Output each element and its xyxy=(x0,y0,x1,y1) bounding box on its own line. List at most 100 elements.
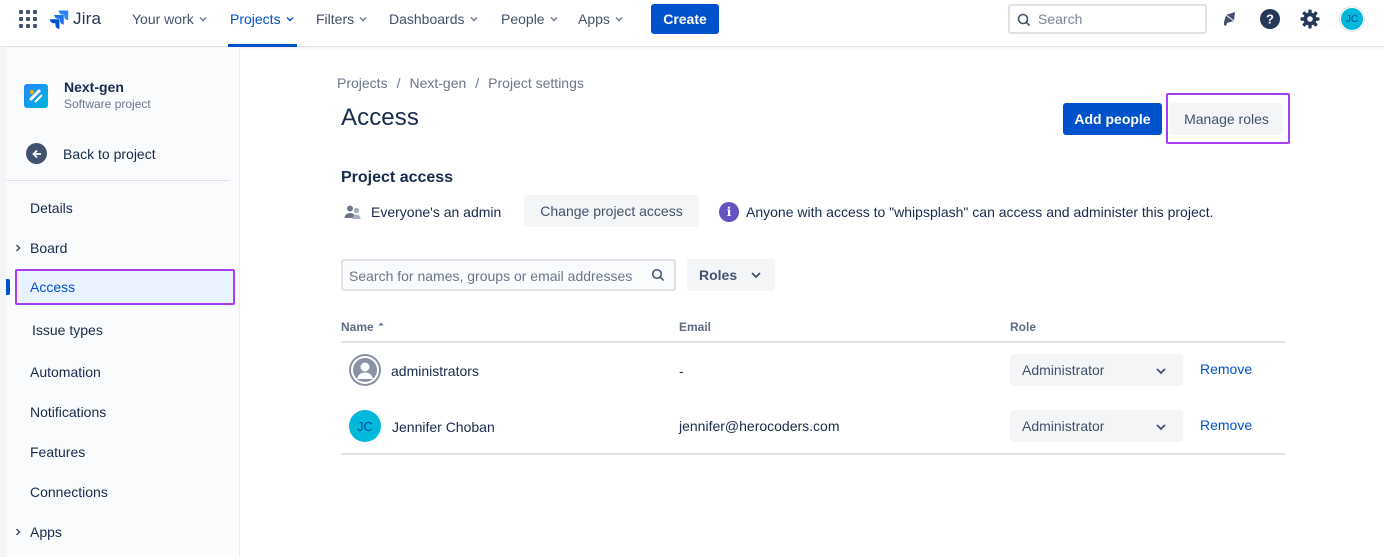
active-indicator xyxy=(6,279,10,295)
table-bottom-divider xyxy=(341,453,1285,455)
notifications-icon[interactable] xyxy=(1218,7,1242,31)
sidebar-item-details[interactable]: Details xyxy=(30,198,73,218)
row-email: - xyxy=(679,363,684,379)
breadcrumb-separator: / xyxy=(475,75,480,91)
jira-logo-text: Jira xyxy=(73,9,102,28)
search-icon xyxy=(1017,13,1031,27)
back-to-project-label: Back to project xyxy=(63,145,156,162)
page-title: Access xyxy=(341,104,419,131)
sidebar-item-label: Details xyxy=(30,200,73,216)
remove-link[interactable]: Remove xyxy=(1200,361,1252,377)
change-project-access-button[interactable]: Change project access xyxy=(524,195,699,227)
sidebar-item-automation[interactable]: Automation xyxy=(30,362,101,382)
nav-filters-label: Filters xyxy=(316,11,355,27)
access-level: Everyone's an admin xyxy=(343,202,501,222)
chevron-right-icon[interactable] xyxy=(14,527,22,537)
back-to-project-link[interactable]: Back to project xyxy=(26,143,156,164)
nav-apps[interactable]: Apps xyxy=(578,0,624,47)
sidebar-item-label: Features xyxy=(30,444,86,460)
column-header-email: Email xyxy=(679,320,712,334)
breadcrumb-separator: / xyxy=(396,75,401,91)
question-circle-icon: ? xyxy=(1260,9,1280,29)
chevron-down-icon xyxy=(470,17,477,22)
chevron-down-icon xyxy=(1156,424,1166,431)
row-email: jennifer@herocoders.com xyxy=(679,418,840,434)
sidebar-item-label: Connections xyxy=(30,484,108,500)
nav-your-work[interactable]: Your work xyxy=(132,0,208,47)
nav-your-work-label: Your work xyxy=(132,11,194,27)
user-avatar[interactable]: JC xyxy=(1340,7,1364,31)
nav-filters[interactable]: Filters xyxy=(316,0,368,47)
project-access-row: Everyone's an admin Change project acces… xyxy=(341,195,1301,227)
search-icon xyxy=(651,268,665,282)
people-search-box[interactable] xyxy=(341,259,676,291)
project-access-heading: Project access xyxy=(341,169,454,186)
gear-icon xyxy=(1300,9,1320,29)
sidebar-item-label: Board xyxy=(30,240,68,256)
chevron-down-icon xyxy=(1156,368,1166,375)
sidebar-item-features[interactable]: Features xyxy=(30,442,85,462)
chevron-down-icon xyxy=(286,17,294,22)
nav-people-label: People xyxy=(501,11,545,27)
nav-dashboards-label: Dashboards xyxy=(389,11,465,27)
sidebar-item-apps[interactable]: Apps xyxy=(15,522,62,542)
user-avatar: JC xyxy=(349,410,381,442)
row-name: administrators xyxy=(391,363,479,379)
roles-filter-label: Roles xyxy=(699,267,738,283)
breadcrumb-project-settings[interactable]: Project settings xyxy=(488,75,584,91)
chevron-down-icon xyxy=(751,272,761,279)
add-people-button[interactable]: Add people xyxy=(1063,103,1162,135)
nav-projects-label: Projects xyxy=(230,11,281,27)
role-select-value: Administrator xyxy=(1022,418,1105,434)
app-switcher-icon[interactable] xyxy=(19,10,37,28)
sidebar-item-issue-types[interactable]: Issue types xyxy=(32,320,103,340)
sidebar-item-access[interactable]: Access xyxy=(15,269,235,305)
column-header-label: Name xyxy=(341,320,374,334)
chevron-down-icon xyxy=(550,17,558,22)
sidebar-item-board[interactable]: Board xyxy=(15,238,68,258)
breadcrumb-projects[interactable]: Projects xyxy=(337,75,388,91)
info-message-text: Anyone with access to "whipsplash" can a… xyxy=(746,204,1214,220)
people-icon xyxy=(344,205,361,219)
breadcrumb-next-gen[interactable]: Next-gen xyxy=(409,75,466,91)
access-level-label: Everyone's an admin xyxy=(371,204,502,220)
table-row: administrators - Administrator Remove xyxy=(341,342,1285,398)
manage-roles-button[interactable]: Manage roles xyxy=(1170,103,1283,135)
top-navigation: Jira Your work Projects Filters Dashboar… xyxy=(0,0,1384,47)
people-search-input[interactable] xyxy=(349,267,644,285)
chevron-down-icon xyxy=(615,17,623,22)
sidebar-item-connections[interactable]: Connections xyxy=(30,482,108,502)
nav-dashboards[interactable]: Dashboards xyxy=(389,0,479,47)
help-icon[interactable]: ? xyxy=(1258,7,1282,31)
column-header-role: Role xyxy=(1010,320,1037,334)
group-avatar-icon xyxy=(349,354,381,386)
roles-filter-dropdown[interactable]: Roles xyxy=(687,259,775,291)
sidebar-item-notifications[interactable]: Notifications xyxy=(30,402,106,422)
chevron-down-icon xyxy=(359,17,367,22)
sort-ascending-icon xyxy=(378,322,384,326)
remove-link[interactable]: Remove xyxy=(1200,417,1252,433)
chevron-right-icon[interactable] xyxy=(14,243,22,253)
nav-people[interactable]: People xyxy=(501,0,559,47)
info-message: i Anyone with access to "whipsplash" can… xyxy=(719,202,1214,222)
jira-logo[interactable]: Jira xyxy=(49,8,101,30)
role-select-value: Administrator xyxy=(1022,362,1105,378)
info-icon: i xyxy=(719,202,739,222)
nav-projects[interactable]: Projects xyxy=(228,0,297,47)
arrow-left-icon xyxy=(26,143,47,164)
row-name: Jennifer Choban xyxy=(392,419,495,435)
megaphone-icon xyxy=(1224,12,1235,26)
project-type: Software project xyxy=(64,97,151,111)
sidebar-item-label: Automation xyxy=(30,364,101,380)
project-header: Next-gen Software project xyxy=(24,79,151,112)
role-select[interactable]: Administrator xyxy=(1010,354,1183,386)
search-box[interactable] xyxy=(1008,4,1207,34)
role-select[interactable]: Administrator xyxy=(1010,410,1183,442)
search-input[interactable] xyxy=(1038,10,1198,28)
table-row: JC Jennifer Choban jennifer@herocoders.c… xyxy=(341,398,1285,454)
svg-text:?: ? xyxy=(1266,12,1274,27)
project-avatar-icon xyxy=(24,83,48,108)
column-header-name[interactable]: Name xyxy=(341,320,384,334)
settings-icon[interactable] xyxy=(1298,7,1322,31)
create-button[interactable]: Create xyxy=(651,4,719,34)
